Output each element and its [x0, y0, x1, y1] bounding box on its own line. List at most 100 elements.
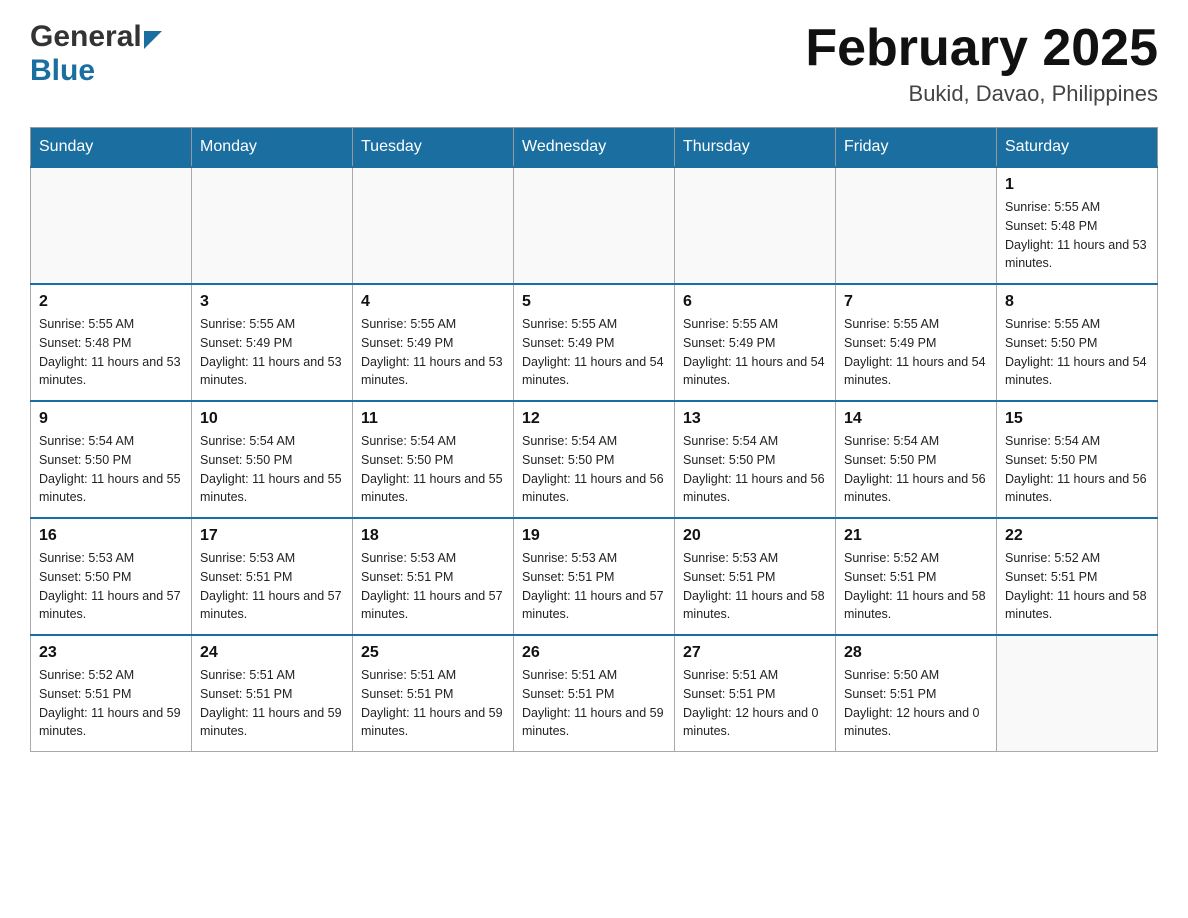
calendar-cell: [353, 167, 514, 284]
day-number: 6: [683, 293, 827, 311]
day-number: 22: [1005, 527, 1149, 545]
day-number: 12: [522, 410, 666, 428]
day-info: Sunrise: 5:52 AMSunset: 5:51 PMDaylight:…: [39, 666, 183, 741]
calendar-cell: 3 Sunrise: 5:55 AMSunset: 5:49 PMDaylight…: [192, 284, 353, 401]
calendar-cell: 4Sunrise: 5:55 AMSunset: 5:49 PMDaylight…: [353, 284, 514, 401]
day-info: Sunrise: 5:54 AMSunset: 5:50 PMDaylight:…: [200, 432, 344, 507]
calendar-cell: [514, 167, 675, 284]
calendar-cell: 23 Sunrise: 5:52 AMSunset: 5:51 PMDayligh…: [31, 635, 192, 752]
calendar-cell: 17 Sunrise: 5:53 AMSunset: 5:51 PMDayligh…: [192, 518, 353, 635]
day-number: 16: [39, 527, 183, 545]
day-number: 4: [361, 293, 505, 311]
week-row: 1 Sunrise: 5:55 AMSunset: 5:48 PMDaylight…: [31, 167, 1158, 284]
logo: General Blue: [30, 20, 162, 88]
day-info: Sunrise: 5:51 AMSunset: 5:51 PMDaylight:…: [200, 666, 344, 741]
weekday-header: Thursday: [675, 128, 836, 168]
day-number: 5: [522, 293, 666, 311]
day-info: Sunrise: 5:50 AMSunset: 5:51 PMDaylight:…: [844, 666, 988, 741]
calendar-cell: 8Sunrise: 5:55 AMSunset: 5:50 PMDaylight…: [997, 284, 1158, 401]
calendar-cell: 11 Sunrise: 5:54 AMSunset: 5:50 PMDayligh…: [353, 401, 514, 518]
day-info: Sunrise: 5:53 AMSunset: 5:51 PMDaylight:…: [683, 549, 827, 624]
day-number: 23: [39, 644, 183, 662]
day-number: 1: [1005, 176, 1149, 194]
day-number: 9: [39, 410, 183, 428]
day-info: Sunrise: 5:51 AMSunset: 5:51 PMDaylight:…: [361, 666, 505, 741]
calendar-cell: [31, 167, 192, 284]
day-number: 11: [361, 410, 505, 428]
calendar-header-row: SundayMondayTuesdayWednesdayThursdayFrid…: [31, 128, 1158, 168]
week-row: 16Sunrise: 5:53 AMSunset: 5:50 PMDayligh…: [31, 518, 1158, 635]
calendar-cell: 21 Sunrise: 5:52 AMSunset: 5:51 PMDayligh…: [836, 518, 997, 635]
day-number: 2: [39, 293, 183, 311]
day-info: Sunrise: 5:53 AMSunset: 5:51 PMDaylight:…: [361, 549, 505, 624]
title-block: February 2025 Bukid, Davao, Philippines: [805, 20, 1158, 107]
calendar-cell: 12 Sunrise: 5:54 AMSunset: 5:50 PMDayligh…: [514, 401, 675, 518]
calendar-cell: 16Sunrise: 5:53 AMSunset: 5:50 PMDayligh…: [31, 518, 192, 635]
calendar-cell: 22 Sunrise: 5:52 AMSunset: 5:51 PMDayligh…: [997, 518, 1158, 635]
calendar-cell: 14 Sunrise: 5:54 AMSunset: 5:50 PMDayligh…: [836, 401, 997, 518]
day-info: Sunrise: 5:52 AMSunset: 5:51 PMDaylight:…: [1005, 549, 1149, 624]
day-info: Sunrise: 5:53 AMSunset: 5:51 PMDaylight:…: [522, 549, 666, 624]
day-info: Sunrise: 5:51 AMSunset: 5:51 PMDaylight:…: [522, 666, 666, 741]
day-info: Sunrise: 5:51 AMSunset: 5:51 PMDaylight:…: [683, 666, 827, 741]
calendar-cell: 26 Sunrise: 5:51 AMSunset: 5:51 PMDayligh…: [514, 635, 675, 752]
day-info: Sunrise: 5:54 AMSunset: 5:50 PMDaylight:…: [361, 432, 505, 507]
day-number: 26: [522, 644, 666, 662]
weekday-header: Wednesday: [514, 128, 675, 168]
day-number: 3: [200, 293, 344, 311]
logo-general-text: General: [30, 20, 142, 54]
week-row: 23 Sunrise: 5:52 AMSunset: 5:51 PMDayligh…: [31, 635, 1158, 752]
calendar-cell: 15 Sunrise: 5:54 AMSunset: 5:50 PMDayligh…: [997, 401, 1158, 518]
day-info: Sunrise: 5:55 AMSunset: 5:49 PMDaylight:…: [200, 315, 344, 390]
day-number: 13: [683, 410, 827, 428]
calendar-cell: 1 Sunrise: 5:55 AMSunset: 5:48 PMDaylight…: [997, 167, 1158, 284]
day-number: 7: [844, 293, 988, 311]
calendar-cell: [192, 167, 353, 284]
weekday-header: Saturday: [997, 128, 1158, 168]
day-number: 21: [844, 527, 988, 545]
week-row: 9 Sunrise: 5:54 AMSunset: 5:50 PMDaylight…: [31, 401, 1158, 518]
weekday-header: Tuesday: [353, 128, 514, 168]
calendar-table: SundayMondayTuesdayWednesdayThursdayFrid…: [30, 127, 1158, 752]
day-info: Sunrise: 5:54 AMSunset: 5:50 PMDaylight:…: [39, 432, 183, 507]
day-info: Sunrise: 5:55 AMSunset: 5:49 PMDaylight:…: [522, 315, 666, 390]
calendar-cell: 28 Sunrise: 5:50 AMSunset: 5:51 PMDayligh…: [836, 635, 997, 752]
day-number: 10: [200, 410, 344, 428]
day-number: 17: [200, 527, 344, 545]
day-number: 15: [1005, 410, 1149, 428]
page-header: General Blue February 2025 Bukid, Davao,…: [30, 20, 1158, 107]
weekday-header: Monday: [192, 128, 353, 168]
location-title: Bukid, Davao, Philippines: [805, 81, 1158, 107]
calendar-cell: 20Sunrise: 5:53 AMSunset: 5:51 PMDayligh…: [675, 518, 836, 635]
day-info: Sunrise: 5:52 AMSunset: 5:51 PMDaylight:…: [844, 549, 988, 624]
day-number: 24: [200, 644, 344, 662]
calendar-cell: 7Sunrise: 5:55 AMSunset: 5:49 PMDaylight…: [836, 284, 997, 401]
calendar-cell: [836, 167, 997, 284]
weekday-header: Friday: [836, 128, 997, 168]
day-info: Sunrise: 5:55 AMSunset: 5:50 PMDaylight:…: [1005, 315, 1149, 390]
day-number: 25: [361, 644, 505, 662]
logo-blue-text: Blue: [30, 54, 95, 87]
calendar-cell: 27 Sunrise: 5:51 AMSunset: 5:51 PMDayligh…: [675, 635, 836, 752]
calendar-cell: 6 Sunrise: 5:55 AMSunset: 5:49 PMDaylight…: [675, 284, 836, 401]
calendar-cell: 18 Sunrise: 5:53 AMSunset: 5:51 PMDayligh…: [353, 518, 514, 635]
day-number: 18: [361, 527, 505, 545]
day-number: 14: [844, 410, 988, 428]
logo-triangle-icon: [144, 31, 162, 54]
day-number: 19: [522, 527, 666, 545]
day-number: 27: [683, 644, 827, 662]
weekday-header: Sunday: [31, 128, 192, 168]
day-info: Sunrise: 5:54 AMSunset: 5:50 PMDaylight:…: [844, 432, 988, 507]
calendar-cell: 2Sunrise: 5:55 AMSunset: 5:48 PMDaylight…: [31, 284, 192, 401]
calendar-cell: 25 Sunrise: 5:51 AMSunset: 5:51 PMDayligh…: [353, 635, 514, 752]
day-info: Sunrise: 5:53 AMSunset: 5:51 PMDaylight:…: [200, 549, 344, 624]
day-info: Sunrise: 5:55 AMSunset: 5:49 PMDaylight:…: [683, 315, 827, 390]
calendar-cell: 9 Sunrise: 5:54 AMSunset: 5:50 PMDaylight…: [31, 401, 192, 518]
day-number: 28: [844, 644, 988, 662]
day-info: Sunrise: 5:55 AMSunset: 5:48 PMDaylight:…: [1005, 198, 1149, 273]
day-info: Sunrise: 5:54 AMSunset: 5:50 PMDaylight:…: [1005, 432, 1149, 507]
week-row: 2Sunrise: 5:55 AMSunset: 5:48 PMDaylight…: [31, 284, 1158, 401]
day-info: Sunrise: 5:54 AMSunset: 5:50 PMDaylight:…: [522, 432, 666, 507]
calendar-cell: 13 Sunrise: 5:54 AMSunset: 5:50 PMDayligh…: [675, 401, 836, 518]
day-info: Sunrise: 5:54 AMSunset: 5:50 PMDaylight:…: [683, 432, 827, 507]
